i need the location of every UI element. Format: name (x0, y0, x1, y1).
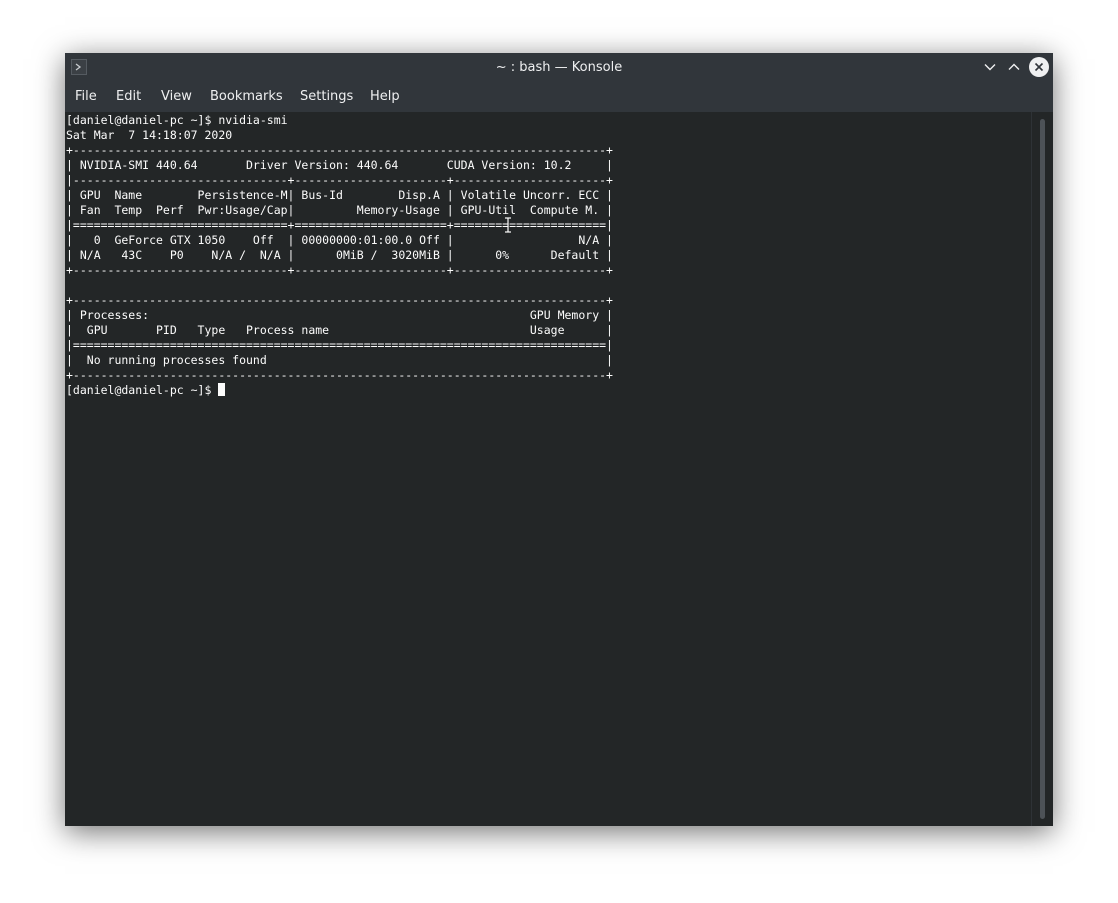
menu-view[interactable]: View (161, 82, 192, 112)
terminal-output: [daniel@daniel-pc ~]$ nvidia-smi Sat Mar… (66, 113, 613, 398)
chevron-up-icon (1008, 63, 1020, 70)
output-line: | GPU Name Persistence-M| Bus-Id Disp.A … (66, 188, 613, 202)
output-line: |===============================+=======… (66, 218, 613, 232)
window-title: ~ : bash — Konsole (495, 60, 623, 75)
vertical-scrollbar[interactable] (1031, 112, 1053, 826)
menu-help[interactable]: Help (370, 82, 400, 112)
ibeam-cursor-icon (505, 217, 511, 233)
chevron-down-icon (984, 64, 996, 71)
output-line: +-------------------------------+-------… (66, 263, 613, 277)
menu-bookmarks[interactable]: Bookmarks (210, 82, 283, 112)
text-cursor (218, 383, 226, 396)
maximize-button[interactable] (1004, 57, 1024, 77)
output-line: | No running processes found | (66, 353, 613, 367)
konsole-window: ~ : bash — Konsole File Edit View Bookma… (65, 53, 1053, 826)
menu-bar: File Edit View Bookmarks Settings Help (65, 82, 1053, 112)
output-line: | N/A 43C P0 N/A / N/A | 0MiB / 3020MiB … (66, 248, 613, 262)
output-line: | NVIDIA-SMI 440.64 Driver Version: 440.… (66, 158, 613, 172)
scrollbar-thumb[interactable] (1040, 119, 1045, 819)
output-line: +---------------------------------------… (66, 368, 613, 382)
shell-prompt: [daniel@daniel-pc ~]$ (66, 383, 219, 397)
output-line: [daniel@daniel-pc ~]$ nvidia-smi (66, 113, 288, 127)
output-line: | 0 GeForce GTX 1050 Off | 00000000:01:0… (66, 233, 613, 247)
output-line: | GPU PID Type Process name Usage | (66, 323, 613, 337)
title-bar[interactable]: ~ : bash — Konsole (65, 53, 1053, 82)
minimize-button[interactable] (980, 57, 1000, 77)
menu-edit[interactable]: Edit (116, 82, 141, 112)
output-line: Sat Mar 7 14:18:07 2020 (66, 128, 233, 142)
close-button[interactable] (1029, 57, 1049, 77)
output-line: |=======================================… (66, 338, 613, 352)
menu-file[interactable]: File (75, 82, 97, 112)
output-line: | Fan Temp Perf Pwr:Usage/Cap| Memory-Us… (66, 203, 613, 217)
close-icon (1034, 62, 1044, 72)
output-line: +---------------------------------------… (66, 143, 613, 157)
output-line: +---------------------------------------… (66, 293, 613, 307)
menu-settings[interactable]: Settings (300, 82, 353, 112)
output-line: |-------------------------------+-------… (66, 173, 613, 187)
terminal-view[interactable]: [daniel@daniel-pc ~]$ nvidia-smi Sat Mar… (65, 112, 1031, 826)
output-line: | Processes: GPU Memory | (66, 308, 613, 322)
